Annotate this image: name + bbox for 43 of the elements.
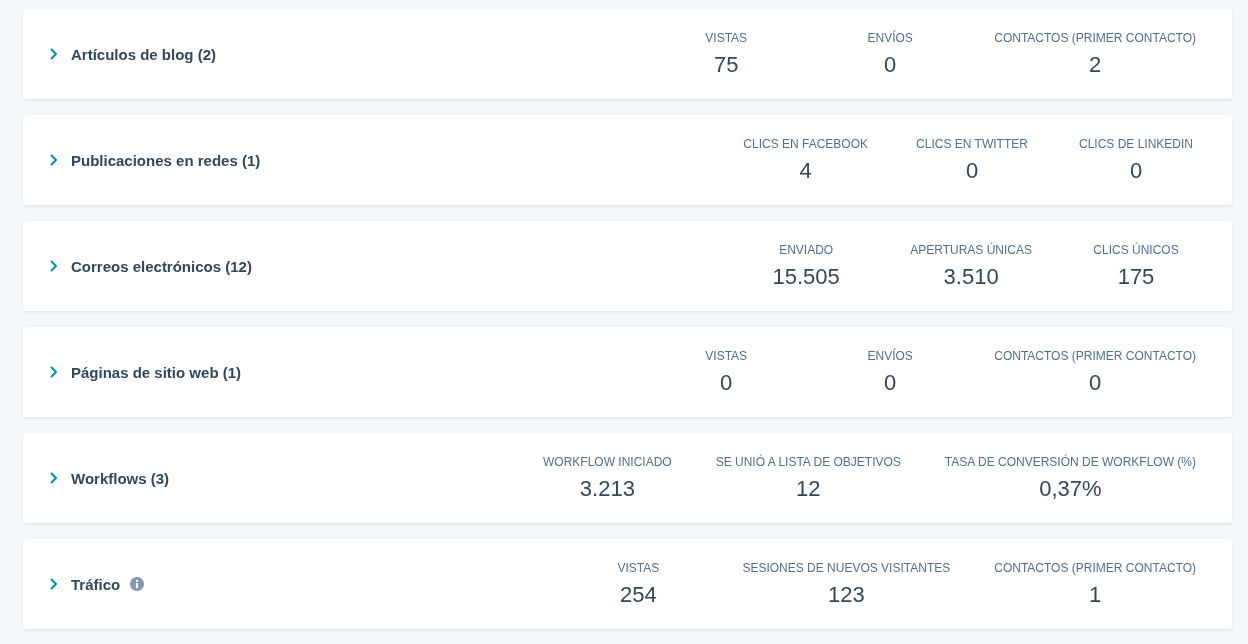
metric-value: 2	[1089, 50, 1102, 79]
metric-value: 0	[720, 368, 733, 397]
metric-label: SESIONES DE NUEVOS VISITANTES	[742, 559, 951, 576]
metric-value: 254	[620, 580, 657, 609]
metric-value: 1	[1089, 580, 1102, 609]
metric-value: 4	[799, 156, 812, 185]
metric-value: 12	[796, 474, 821, 503]
metric-value: 15.505	[772, 262, 840, 291]
metric-label: ENVÍOS	[867, 29, 913, 46]
metric-label: CLICS EN FACEBOOK	[743, 135, 868, 152]
metric-label: TASA DE CONVERSIÓN DE WORKFLOW (%)	[944, 453, 1196, 470]
metric-value: 0	[884, 50, 897, 79]
section-toggle[interactable]: Páginas de sitio web (1)	[50, 363, 242, 381]
metric-value: 3.213	[579, 474, 635, 503]
metric-label: CONTACTOS (PRIMER CONTACTO)	[994, 29, 1196, 46]
metric-label: CLICS EN TWITTER	[916, 135, 1028, 152]
section-toggle[interactable]: Workflows (3)	[50, 469, 170, 487]
section-toggle[interactable]: Correos electrónicos (12)	[50, 257, 252, 275]
metric-value: 0	[884, 368, 897, 397]
metric-value: 123	[827, 580, 865, 609]
metric-value: 75	[713, 50, 739, 79]
metric-label: CLICS DE LINKEDIN	[1079, 135, 1193, 152]
metric-value: 175	[1117, 262, 1155, 291]
metric-label: CONTACTOS (PRIMER CONTACTO)	[994, 347, 1196, 364]
metric-label: ENVIADO	[779, 241, 834, 258]
section-toggle[interactable]: Artículos de blog (2)	[50, 45, 216, 63]
metric-label: VISTAS	[617, 559, 660, 576]
section-toggle[interactable]: Publicaciones en redes (1)	[50, 151, 261, 169]
metric-label: CONTACTOS (PRIMER CONTACTO)	[994, 559, 1196, 576]
metric-label: CLICS ÚNICOS	[1093, 241, 1179, 258]
metric-label: VISTAS	[705, 29, 748, 46]
metric-label: SE UNIÓ A LISTA DE OBJETIVOS	[715, 453, 901, 470]
section-toggle[interactable]: Tráfico	[50, 575, 121, 593]
metric-value: 0	[1089, 368, 1102, 397]
metric-label: VISTAS	[705, 347, 748, 364]
metric-label: APERTURAS ÚNICAS	[910, 241, 1032, 258]
metric-label: WORKFLOW INICIADO	[543, 453, 672, 470]
metric-value: 0	[965, 156, 979, 185]
metric-value: 0	[1129, 156, 1143, 185]
metric-value: 3.510	[943, 262, 999, 291]
metric-label: ENVÍOS	[867, 347, 913, 364]
info-icon[interactable]	[130, 577, 145, 591]
metric-value: 0,37%	[1039, 474, 1102, 503]
